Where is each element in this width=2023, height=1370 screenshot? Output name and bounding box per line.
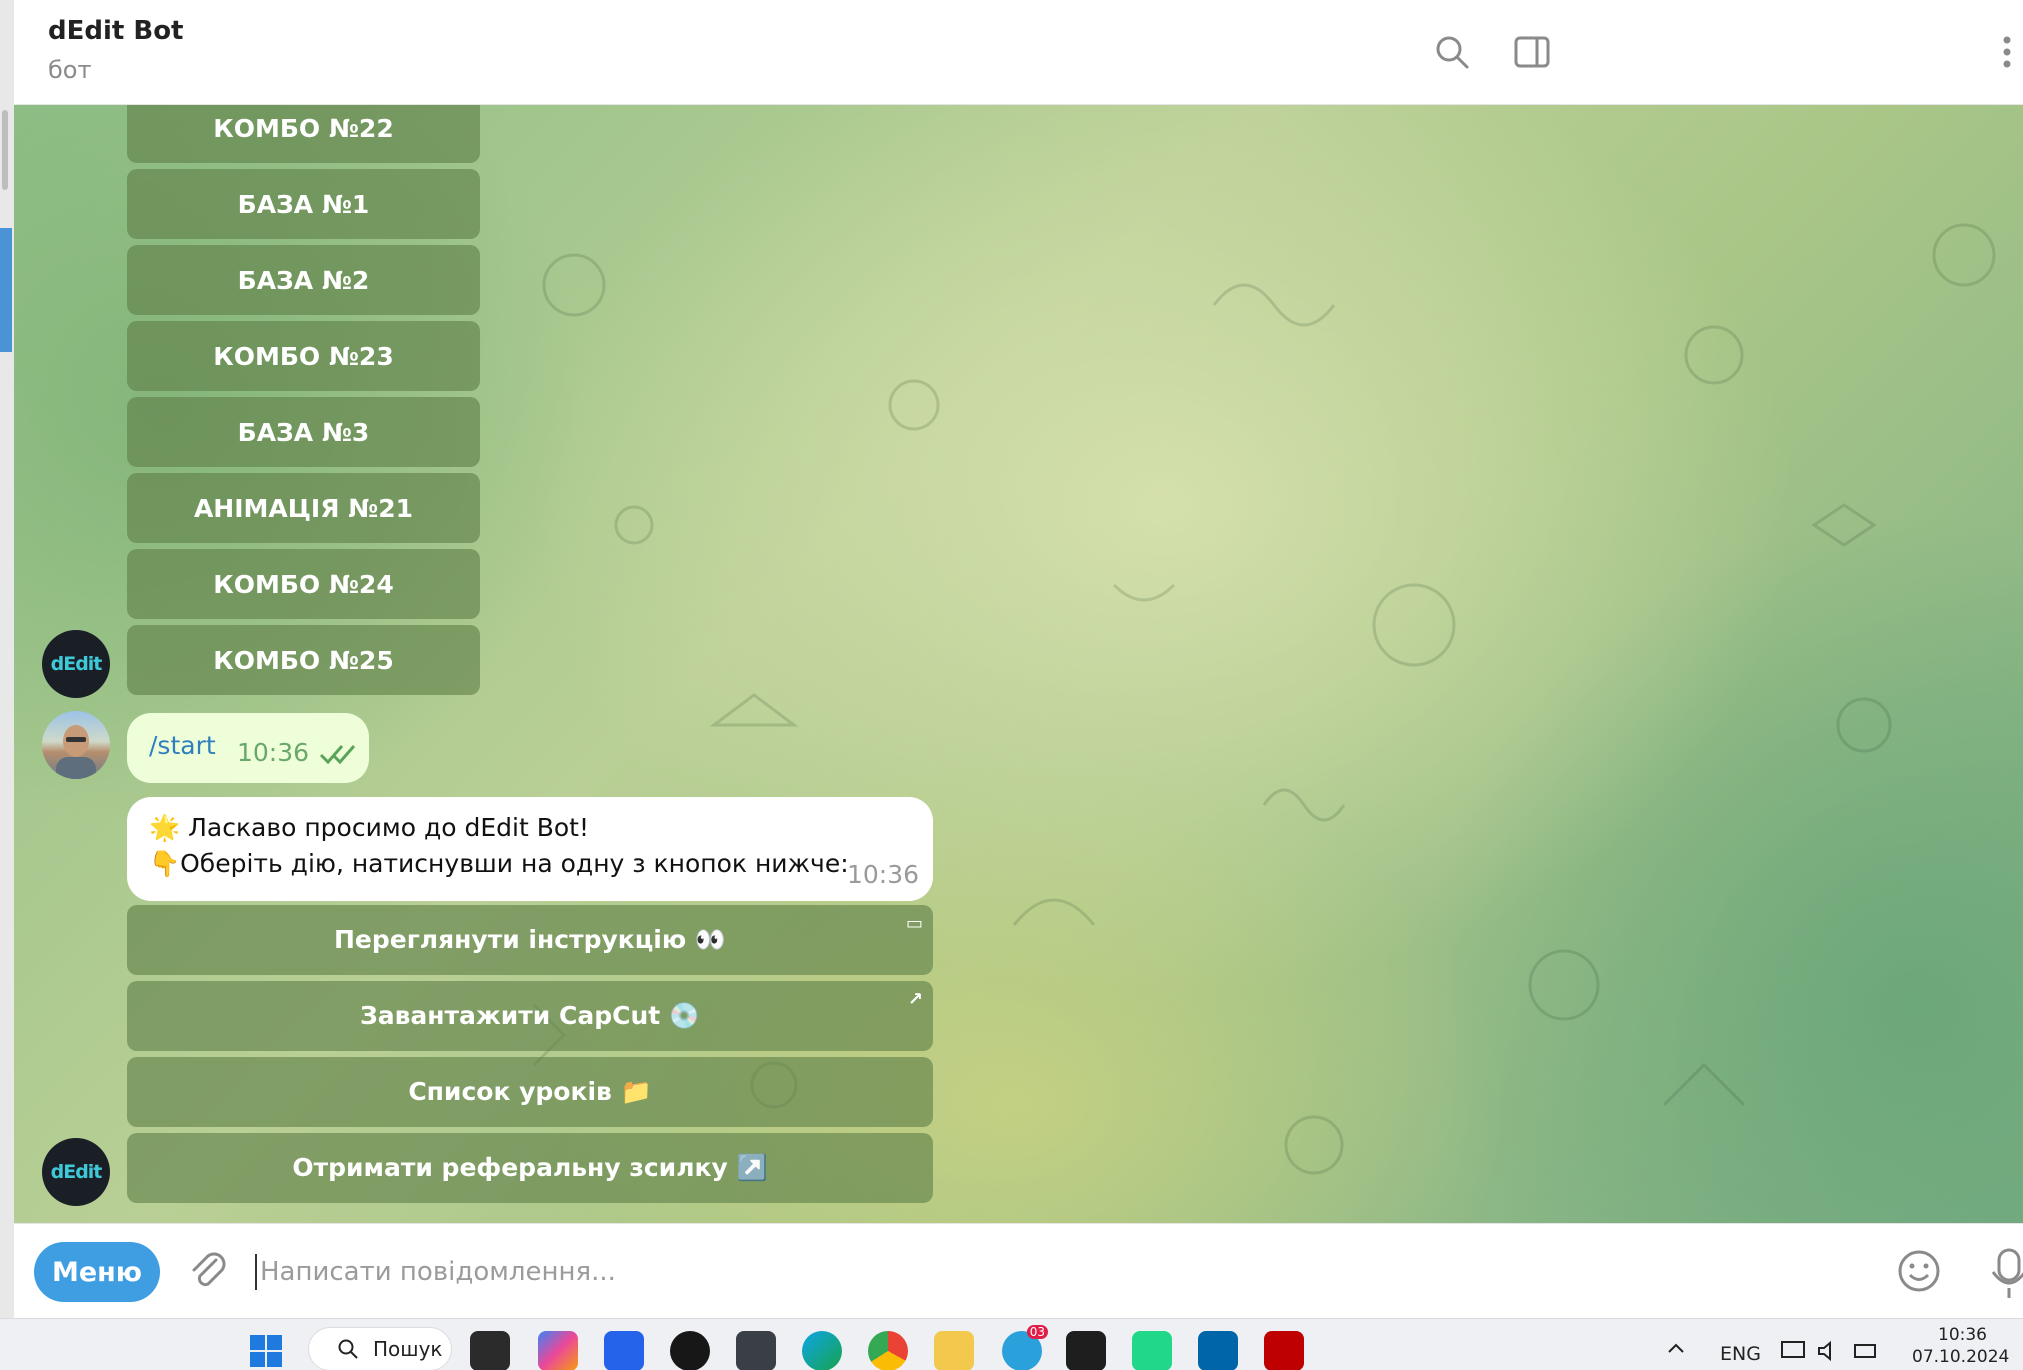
outgoing-message[interactable]: /start 10:36	[127, 713, 369, 783]
taskbar-search[interactable]: Пошук	[308, 1327, 452, 1370]
more-vert-icon[interactable]	[1992, 32, 2022, 72]
text-cursor	[255, 1254, 257, 1290]
keyboard-button-label: Завантажити CapCut 💿	[359, 1001, 701, 1030]
windows-taskbar: Пошук 03 ENG 10:36 07.10.2024	[0, 1318, 2023, 1370]
chat-title[interactable]: dEdit Bot	[48, 16, 183, 46]
scrollbar-thumb[interactable]	[2, 110, 8, 190]
message-composer: Меню	[14, 1223, 2023, 1318]
message-time: 10:36	[847, 860, 920, 889]
web-app-icon: ▭	[905, 913, 923, 934]
store-icon[interactable]	[604, 1331, 644, 1370]
command-link[interactable]: /start	[149, 731, 216, 760]
language-indicator[interactable]: ENG	[1720, 1343, 1761, 1365]
windows-start-icon[interactable]	[246, 1331, 286, 1370]
sidebar-toggle-icon[interactable]	[1512, 32, 1552, 72]
keyboard-button[interactable]: КОМБО №22	[127, 105, 480, 163]
user-photo	[56, 725, 96, 779]
keyboard-button[interactable]: Список уроків 📁	[127, 1057, 933, 1127]
message-line-2: 👇Оберіть дію, натиснувши на одну з кнопо…	[149, 849, 849, 878]
search-icon	[338, 1339, 358, 1359]
paperclip-icon[interactable]	[184, 1246, 234, 1296]
search-label: Пошук	[373, 1337, 443, 1361]
keyboard-button[interactable]: БАЗА №2	[127, 245, 480, 315]
chat-subtitle: бот	[48, 56, 92, 84]
external-link-icon: ↗	[907, 989, 923, 1010]
clock-time[interactable]: 10:36	[1938, 1325, 1987, 1345]
emoji-icon[interactable]	[1894, 1246, 1944, 1296]
message-input[interactable]	[260, 1250, 1860, 1294]
bot-avatar[interactable]: dEdit	[42, 630, 110, 698]
task-view-icon[interactable]	[470, 1331, 510, 1370]
bot-menu-button[interactable]: Меню	[34, 1242, 160, 1302]
incoming-message[interactable]: 🌟 Ласкаво просимо до dEdit Bot! 👇Оберіть…	[127, 797, 933, 901]
keyboard-button[interactable]: БАЗА №1	[127, 169, 480, 239]
keyboard-button[interactable]: КОМБО №25	[127, 625, 480, 695]
left-panel-strip	[0, 0, 14, 1318]
edge-icon[interactable]	[802, 1331, 842, 1370]
microphone-icon[interactable]	[1989, 1246, 2023, 1300]
search-icon[interactable]	[1432, 32, 1472, 72]
file-explorer-icon[interactable]	[934, 1331, 974, 1370]
message-time: 10:36	[237, 738, 310, 767]
keyboard-button[interactable]: АНІМАЦІЯ №21	[127, 473, 480, 543]
keyboard-button[interactable]: Переглянути інструкцію 👀 ▭	[127, 905, 933, 975]
chat-area[interactable]: КОМБО №22 БАЗА №1 БАЗА №2 КОМБО №23 БАЗА №3 А…	[14, 105, 2023, 1223]
keyboard-button[interactable]: КОМБО №23	[127, 321, 480, 391]
battery-icon[interactable]	[1852, 1339, 1880, 1363]
keyboard-button[interactable]: Отримати реферальну зсилку ↗️	[127, 1133, 933, 1203]
telegram-badge: 03	[1026, 1325, 1048, 1339]
user-avatar[interactable]	[42, 711, 110, 779]
message-line-1: 🌟 Ласкаво просимо до dEdit Bot!	[149, 813, 589, 842]
bot-avatar[interactable]: dEdit	[42, 1138, 110, 1206]
tray-expand-icon[interactable]	[1666, 1341, 1686, 1355]
network-icon[interactable]	[1780, 1339, 1808, 1363]
terminal-icon[interactable]	[1066, 1331, 1106, 1370]
copilot-icon[interactable]	[538, 1331, 578, 1370]
telegram-icon[interactable]: 03	[1002, 1325, 1048, 1370]
active-chat-indicator	[0, 228, 12, 352]
keyboard-button-label: Список уроків 📁	[408, 1077, 652, 1106]
double-check-icon	[319, 745, 356, 765]
keyboard-button[interactable]: Завантажити CapCut 💿 ↗	[127, 981, 933, 1051]
keyboard-button-label: Отримати реферальну зсилку ↗️	[292, 1153, 768, 1182]
chat-header: dEdit Bot бот	[14, 0, 2023, 105]
app-icon[interactable]	[736, 1331, 776, 1370]
github-icon[interactable]	[670, 1331, 710, 1370]
vscode-icon[interactable]	[1198, 1331, 1238, 1370]
pycharm-icon[interactable]	[1132, 1331, 1172, 1370]
clock-date[interactable]: 07.10.2024	[1912, 1347, 2009, 1367]
keyboard-button[interactable]: КОМБО №24	[127, 549, 480, 619]
keyboard-button[interactable]: БАЗА №3	[127, 397, 480, 467]
filezilla-icon[interactable]	[1264, 1331, 1304, 1370]
volume-icon[interactable]	[1816, 1339, 1844, 1363]
chrome-icon[interactable]	[868, 1331, 908, 1370]
keyboard-button-label: Переглянути інструкцію 👀	[334, 925, 726, 954]
